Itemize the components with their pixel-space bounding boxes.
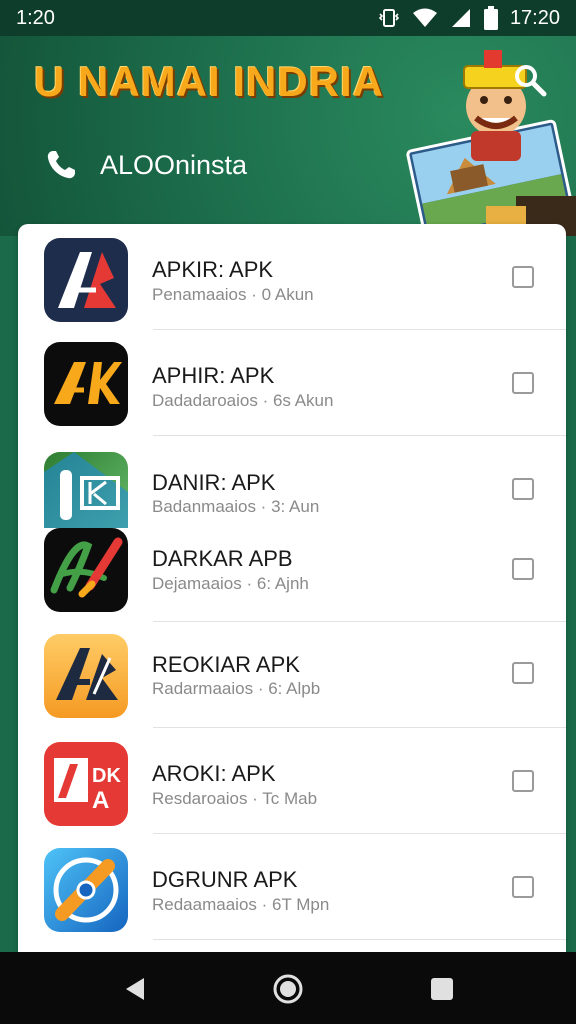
- battery-icon: [483, 6, 498, 30]
- phone-row[interactable]: ALOOninsta: [44, 148, 247, 182]
- green-k-logo-icon: [44, 452, 128, 528]
- select-checkbox[interactable]: [512, 558, 534, 580]
- select-checkbox[interactable]: [512, 662, 534, 684]
- select-checkbox[interactable]: [512, 266, 534, 288]
- app-name: DGRUNR APK: [152, 867, 298, 892]
- orange-ar-logo-icon: [44, 634, 128, 718]
- status-bar: 1:20 17:20: [0, 0, 576, 36]
- app-name: APKIR: APK: [152, 257, 274, 282]
- app-subtitle: Badanmaaios · 3: Aun: [152, 497, 320, 516]
- recents-icon[interactable]: [425, 972, 459, 1006]
- phone-icon: [47, 151, 75, 179]
- a-brush-logo-icon: [44, 528, 128, 612]
- ar-logo-icon: [44, 238, 128, 322]
- select-checkbox[interactable]: [512, 372, 534, 394]
- app-subtitle: Penamaaios · 0 Akun: [152, 285, 314, 304]
- status-left-time: 1:20: [16, 6, 55, 29]
- list-item[interactable]: APKIR: APK Penamaaios · 0 Akun: [18, 224, 566, 330]
- app-name: APHIR: APK: [152, 363, 275, 388]
- wrench-icon[interactable]: [512, 62, 548, 98]
- list-item[interactable]: DK A AROKI: APK Resdaroaios · Tc Mab: [18, 728, 566, 834]
- status-icons: 17:20: [378, 6, 560, 30]
- app-list: APKIR: APK Penamaaios · 0 Akun APHIR: AP…: [18, 224, 566, 952]
- red-dka-logo-icon: DK A: [44, 742, 128, 826]
- select-checkbox[interactable]: [512, 478, 534, 500]
- svg-text:A: A: [92, 787, 109, 814]
- home-icon[interactable]: [271, 972, 305, 1006]
- app-name: DANIR: APK: [152, 470, 276, 495]
- app-name: AROKI: APK: [152, 761, 276, 786]
- list-item[interactable]: DARKAR APB Dejamaaios · 6: Ajnh: [18, 528, 566, 622]
- system-nav-bar: [0, 952, 576, 1024]
- ak-logo-icon: [44, 342, 128, 426]
- vibrate-icon: [378, 9, 400, 27]
- wifi-icon: [412, 8, 437, 27]
- app-title: U NAMAI INDRIA: [34, 58, 384, 105]
- app-name: REOKIAR APK: [152, 652, 300, 677]
- app-subtitle: Dejamaaios · 6: Ajnh: [152, 574, 309, 593]
- list-item[interactable]: APHIR: APK Dadadaroaios · 6s Akun: [18, 330, 566, 436]
- select-checkbox[interactable]: [512, 876, 534, 898]
- list-item[interactable]: REOKIAR APK Radarmaaios · 6: Alpb: [18, 622, 566, 728]
- back-icon[interactable]: [118, 972, 152, 1006]
- app-subtitle: Redaamaaios · 6T Mpn: [152, 895, 330, 914]
- status-right-time: 17:20: [509, 6, 560, 29]
- svg-text:DK: DK: [92, 765, 121, 787]
- select-checkbox[interactable]: [512, 770, 534, 792]
- phone-label: ALOOninsta: [100, 149, 248, 180]
- app-subtitle: Dadadaroaios · 6s Akun: [152, 391, 334, 410]
- blue-compass-logo-icon: [44, 848, 128, 932]
- list-item[interactable]: DANIR: APK Badanmaaios · 3: Aun: [18, 436, 566, 528]
- row-divider: [153, 939, 566, 940]
- header-banner: U NAMAI INDRIA ALOOninsta: [0, 36, 576, 236]
- signal-icon: [451, 9, 470, 27]
- list-item[interactable]: DGRUNR APK Redaamaaios · 6T Mpn: [18, 834, 566, 940]
- app-subtitle: Resdaroaios · Tc Mab: [152, 789, 318, 808]
- app-subtitle: Radarmaaios · 6: Alpb: [152, 679, 321, 698]
- app-name: DARKAR APB: [152, 546, 293, 571]
